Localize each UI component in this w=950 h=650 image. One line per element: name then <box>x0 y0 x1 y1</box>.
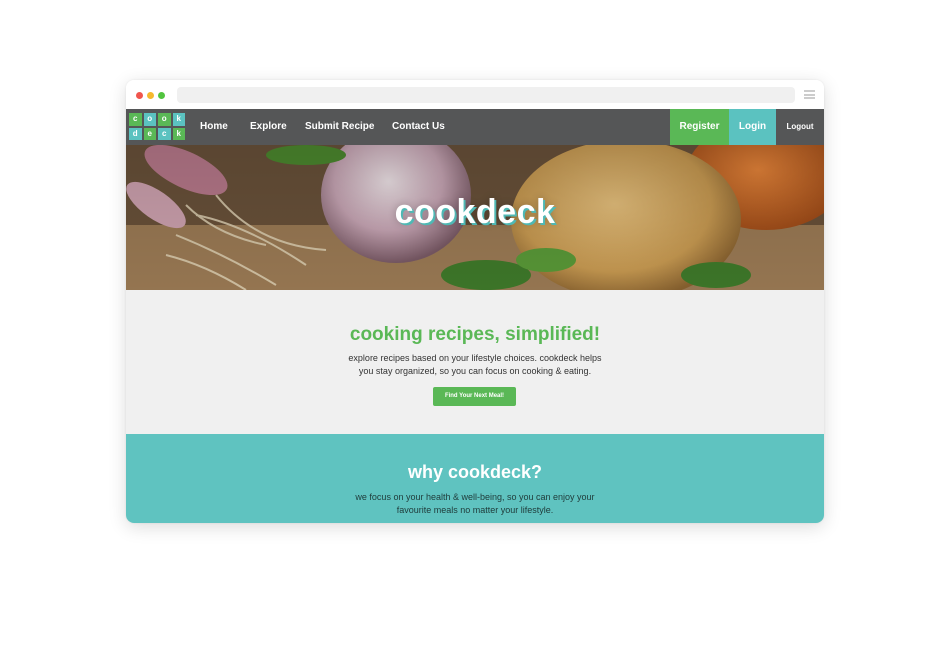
why-text-line: we focus on your health & well-being, so… <box>355 492 595 502</box>
maximize-window-button[interactable] <box>158 92 165 99</box>
nav-link-submit-recipe[interactable]: Submit Recipe <box>305 109 374 145</box>
logo-tile: o <box>158 113 171 126</box>
logo-tile: k <box>172 127 185 140</box>
address-bar[interactable] <box>177 87 795 103</box>
hero-title: cookdeck <box>394 193 556 231</box>
intro-description: explore recipes based on your lifestyle … <box>325 352 625 378</box>
why-description: we focus on your health & well-being, so… <box>325 491 625 517</box>
intro-heading: cooking recipes, simplified! <box>349 324 601 345</box>
nav-link-contact-us[interactable]: Contact Us <box>392 109 445 145</box>
logo-tile: e <box>143 127 156 140</box>
browser-window: c o o k d e c k Home Explore Submit Reci… <box>126 80 824 523</box>
hero-banner: cookdeck <box>126 145 824 290</box>
intro-text-line: you stay organized, so you can focus on … <box>358 366 592 376</box>
logo-tile: c <box>129 113 142 126</box>
cookdeck-logo[interactable]: c o o k d e c k <box>129 113 185 141</box>
why-section: why cookdeck? we focus on your health & … <box>126 434 824 523</box>
logo-tile: o <box>143 113 156 126</box>
logo-tile: k <box>172 113 185 126</box>
register-button[interactable]: Register <box>670 109 729 145</box>
login-button[interactable]: Login <box>729 109 776 145</box>
logo-tile: d <box>129 127 142 140</box>
hamburger-menu-icon[interactable] <box>804 90 815 99</box>
intro-section: cooking recipes, simplified! explore rec… <box>126 290 824 434</box>
logout-button[interactable]: Logout <box>776 109 824 145</box>
intro-text-line: explore recipes based on your lifestyle … <box>348 353 602 363</box>
site-navbar: c o o k d e c k Home Explore Submit Reci… <box>126 109 824 145</box>
close-window-button[interactable] <box>136 92 143 99</box>
find-next-meal-button[interactable]: Find Your Next Meal! <box>433 387 516 406</box>
logo-tile: c <box>158 127 171 140</box>
nav-link-explore[interactable]: Explore <box>250 109 287 145</box>
why-heading: why cookdeck? <box>407 462 543 482</box>
why-text-line: favourite meals no matter your lifestyle… <box>396 505 554 515</box>
minimize-window-button[interactable] <box>147 92 154 99</box>
nav-link-home[interactable]: Home <box>200 109 228 145</box>
browser-toolbar <box>126 80 824 109</box>
